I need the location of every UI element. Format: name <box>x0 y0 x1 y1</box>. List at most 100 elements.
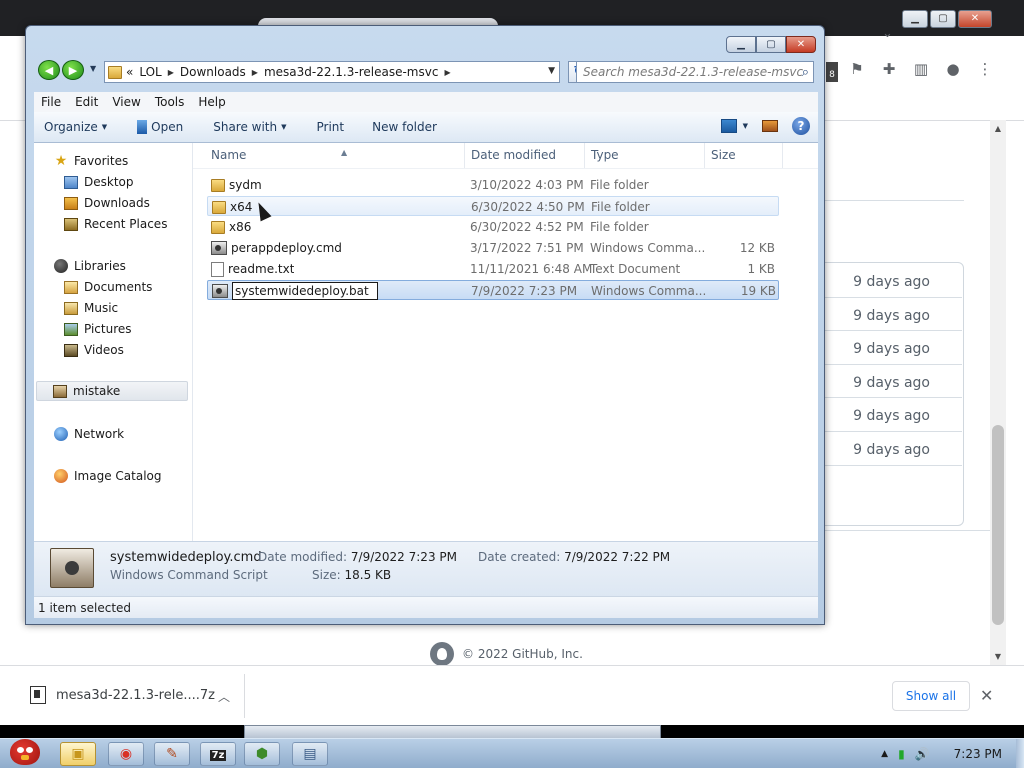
tab-search-chevron-icon[interactable]: ⌄ <box>882 26 893 41</box>
taskbar-app-button[interactable]: ✎ <box>154 742 190 766</box>
volume-icon[interactable]: 🔊 <box>915 747 930 761</box>
breadcrumb-separator-icon[interactable]: ▶ <box>252 68 258 77</box>
table-row[interactable]: perappdeploy.cmd 3/17/2022 7:51 PM Windo… <box>207 238 779 258</box>
address-dropdown-icon[interactable]: ▼ <box>548 66 555 76</box>
search-icon[interactable]: ⌕ <box>802 63 809 83</box>
show-desktop-button[interactable] <box>1016 739 1024 768</box>
download-item[interactable]: mesa3d-22.1.3-rele....7z <box>30 686 215 704</box>
browser-maximize-button[interactable]: ▢ <box>930 10 956 28</box>
details-label: Date modified: <box>258 550 348 564</box>
search-input[interactable]: Search mesa3d-22.1.3-release-msvc ⌕ <box>576 61 814 83</box>
help-icon[interactable]: ? <box>792 117 810 135</box>
taskbar-7zip-button[interactable]: 7z <box>200 742 236 766</box>
scroll-down-arrow-icon[interactable]: ▼ <box>992 652 1004 661</box>
browser-minimize-button[interactable]: ▁ <box>902 10 928 28</box>
download-options-chevron-icon[interactable]: ︿ <box>218 688 230 705</box>
file-name: x86 <box>229 220 252 234</box>
taskbar-explorer-button[interactable]: ▣ <box>60 742 96 766</box>
page-divider <box>810 530 990 531</box>
open-button[interactable]: Open <box>129 112 191 142</box>
start-button[interactable] <box>2 731 46 768</box>
menu-file[interactable]: File <box>34 95 68 109</box>
nav-image-catalog[interactable]: Image Catalog <box>54 466 161 486</box>
menu-help[interactable]: Help <box>191 95 232 109</box>
flag-extension-icon[interactable]: ⚑ <box>848 60 866 78</box>
extension-badge[interactable]: 8 <box>826 62 838 82</box>
nav-downloads[interactable]: Downloads <box>64 193 150 213</box>
close-download-shelf-icon[interactable]: ✕ <box>980 686 993 705</box>
nav-recent-places[interactable]: Recent Places <box>64 214 167 234</box>
recent-pages-chevron-icon[interactable]: ▼ <box>90 64 96 73</box>
nav-favorites[interactable]: ★ Favorites <box>54 151 129 171</box>
nav-label: Music <box>84 301 119 315</box>
page-scrollbar-thumb[interactable] <box>992 425 1004 625</box>
nav-user-folder[interactable]: mistake <box>36 381 188 401</box>
nav-label: Pictures <box>84 322 132 336</box>
rename-input[interactable] <box>232 282 378 300</box>
nav-libraries[interactable]: Libraries <box>54 256 126 276</box>
nav-videos[interactable]: Videos <box>64 340 124 360</box>
file-name-cell: sydm <box>211 175 262 195</box>
breadcrumb-lol[interactable]: LOL <box>139 65 161 79</box>
print-label: Print <box>316 120 345 134</box>
table-row[interactable]: readme.txt 11/11/2021 6:48 AM Text Docum… <box>207 259 779 279</box>
taskbar-window-button[interactable]: ▤ <box>292 742 328 766</box>
table-row[interactable]: sydm 3/10/2022 4:03 PM File folder <box>207 175 779 195</box>
taskbar-app-button[interactable]: ⬢ <box>244 742 280 766</box>
table-row-selected[interactable]: 7/9/2022 7:23 PM Windows Comma... 19 KB <box>207 280 779 300</box>
view-options-chevron-icon[interactable]: ▼ <box>743 122 748 130</box>
browser-close-button[interactable]: ✕ <box>958 10 992 28</box>
breadcrumb-separator-icon[interactable]: ▶ <box>444 68 450 77</box>
download-divider <box>244 674 245 718</box>
minimize-button[interactable]: ▁ <box>726 36 756 53</box>
puzzle-extensions-icon[interactable]: ✚ <box>880 60 898 78</box>
forward-arrow-icon[interactable]: ▶ <box>62 60 84 80</box>
menu-view[interactable]: View <box>105 95 147 109</box>
file-size: 19 KB <box>740 284 776 298</box>
column-header-type[interactable]: Type <box>585 143 705 168</box>
column-header-date[interactable]: Date modified <box>465 143 585 168</box>
breadcrumb-separator-icon[interactable]: ▶ <box>168 68 174 77</box>
browser-menu-icon[interactable]: ⋮ <box>976 60 994 78</box>
organize-button[interactable]: Organize ▼ <box>36 112 115 142</box>
address-bar[interactable]: « LOL ▶ Downloads ▶ mesa3d-22.1.3-releas… <box>104 61 560 83</box>
side-panel-icon[interactable]: ▥ <box>912 60 930 78</box>
preview-pane-icon[interactable] <box>762 120 778 132</box>
close-button[interactable]: ✕ <box>786 36 816 53</box>
column-header-name[interactable]: Name ▲ <box>205 143 465 168</box>
menu-tools[interactable]: Tools <box>148 95 192 109</box>
scroll-up-arrow-icon[interactable]: ▲ <box>992 124 1004 133</box>
nav-pictures[interactable]: Pictures <box>64 319 132 339</box>
table-row[interactable]: x64 6/30/2022 4:50 PM File folder <box>207 196 779 216</box>
show-all-button[interactable]: Show all <box>892 681 970 711</box>
file-date: 6/30/2022 4:50 PM <box>471 200 585 214</box>
new-folder-button[interactable]: New folder <box>364 112 445 142</box>
print-button[interactable]: Print <box>309 112 353 142</box>
nav-music[interactable]: Music <box>64 298 118 318</box>
back-arrow-icon[interactable]: ◀ <box>38 60 60 80</box>
menu-edit[interactable]: Edit <box>68 95 105 109</box>
clock[interactable]: 7:23 PM <box>954 747 1002 761</box>
maximize-button[interactable]: ▢ <box>756 36 786 53</box>
nav-label: Videos <box>84 343 124 357</box>
nav-network[interactable]: Network <box>54 424 124 444</box>
recent-places-icon <box>64 217 78 231</box>
github-logo-icon[interactable] <box>430 642 454 666</box>
breadcrumb-current-folder[interactable]: mesa3d-22.1.3-release-msvc <box>264 65 439 79</box>
taskbar-chrome-button[interactable]: ◉ <box>108 742 144 766</box>
breadcrumb-overflow-icon[interactable]: « <box>126 65 133 79</box>
share-with-button[interactable]: Share with ▼ <box>205 112 294 142</box>
show-hidden-icons-icon[interactable]: ▲ <box>881 749 888 759</box>
nav-desktop[interactable]: Desktop <box>64 172 134 192</box>
github-footer: © 2022 GitHub, Inc. <box>430 642 583 666</box>
change-view-icon[interactable] <box>720 119 737 133</box>
profile-avatar-icon[interactable]: ● <box>944 60 962 78</box>
list-item-time: 9 days ago <box>810 398 962 432</box>
column-header-size[interactable]: Size <box>705 143 783 168</box>
table-row[interactable]: x86 6/30/2022 4:52 PM File folder <box>207 217 779 237</box>
network-tray-icon[interactable]: ▮ <box>898 747 905 761</box>
navigation-pane: ★ Favorites Desktop Downloads Recent Pla… <box>34 143 193 541</box>
file-size: 12 KB <box>739 241 775 255</box>
breadcrumb-downloads[interactable]: Downloads <box>180 65 246 79</box>
nav-documents[interactable]: Documents <box>64 277 152 297</box>
